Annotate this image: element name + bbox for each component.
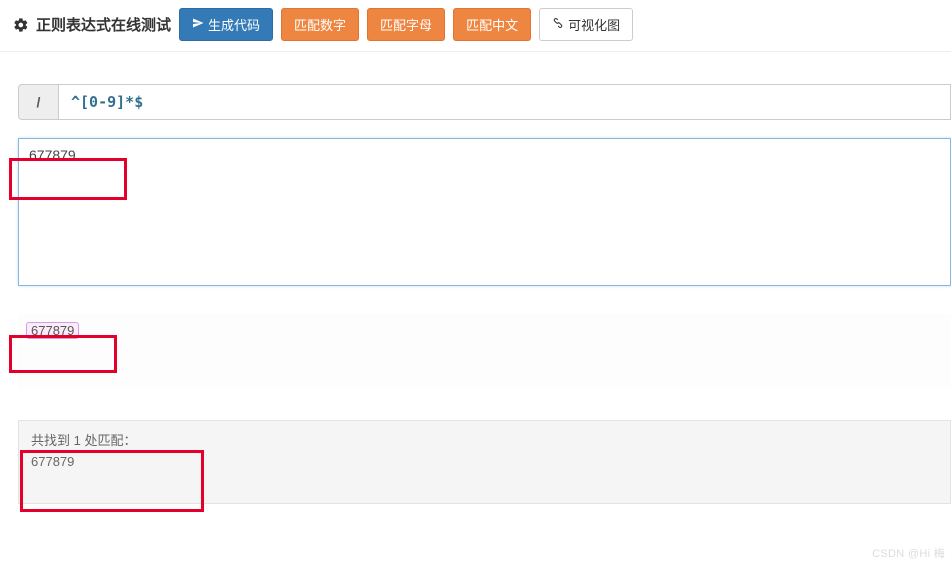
match-highlight: 677879 <box>26 322 79 339</box>
watermark: CSDN @Hi 梅 <box>872 545 945 561</box>
summary-line-count: 共找到 1 处匹配： <box>31 431 938 452</box>
summary-line-value: 677879 <box>31 452 938 473</box>
match-alpha-label: 匹配字母 <box>380 15 432 34</box>
generate-code-label: 生成代码 <box>208 15 260 34</box>
match-chinese-button[interactable]: 匹配中文 <box>453 8 531 41</box>
summary-panel: 共找到 1 处匹配： 677879 <box>18 420 951 504</box>
visualize-label: 可视化图 <box>568 15 620 34</box>
page-title-wrap: 正则表达式在线测试 <box>12 14 171 35</box>
regex-row: / <box>18 84 951 120</box>
match-chinese-label: 匹配中文 <box>466 15 518 34</box>
page-title: 正则表达式在线测试 <box>36 14 171 35</box>
gear-icon <box>12 17 30 33</box>
generate-code-button[interactable]: 生成代码 <box>179 8 273 41</box>
toolbar: 正则表达式在线测试 生成代码 匹配数字 匹配字母 匹配中文 可视化图 <box>0 0 951 52</box>
test-string-input[interactable] <box>18 138 951 286</box>
match-result-panel: 677879 <box>18 314 951 389</box>
link-icon <box>552 17 564 32</box>
gear-icon-svg <box>12 17 30 33</box>
visualize-button[interactable]: 可视化图 <box>539 8 633 41</box>
match-digit-button[interactable]: 匹配数字 <box>281 8 359 41</box>
paper-plane-icon <box>192 17 204 32</box>
content-area: / 677879 共找到 1 处匹配： 677879 <box>0 84 951 504</box>
match-digit-label: 匹配数字 <box>294 15 346 34</box>
match-alpha-button[interactable]: 匹配字母 <box>367 8 445 41</box>
regex-pattern-input[interactable] <box>58 84 951 120</box>
regex-slash-prefix: / <box>18 84 58 120</box>
